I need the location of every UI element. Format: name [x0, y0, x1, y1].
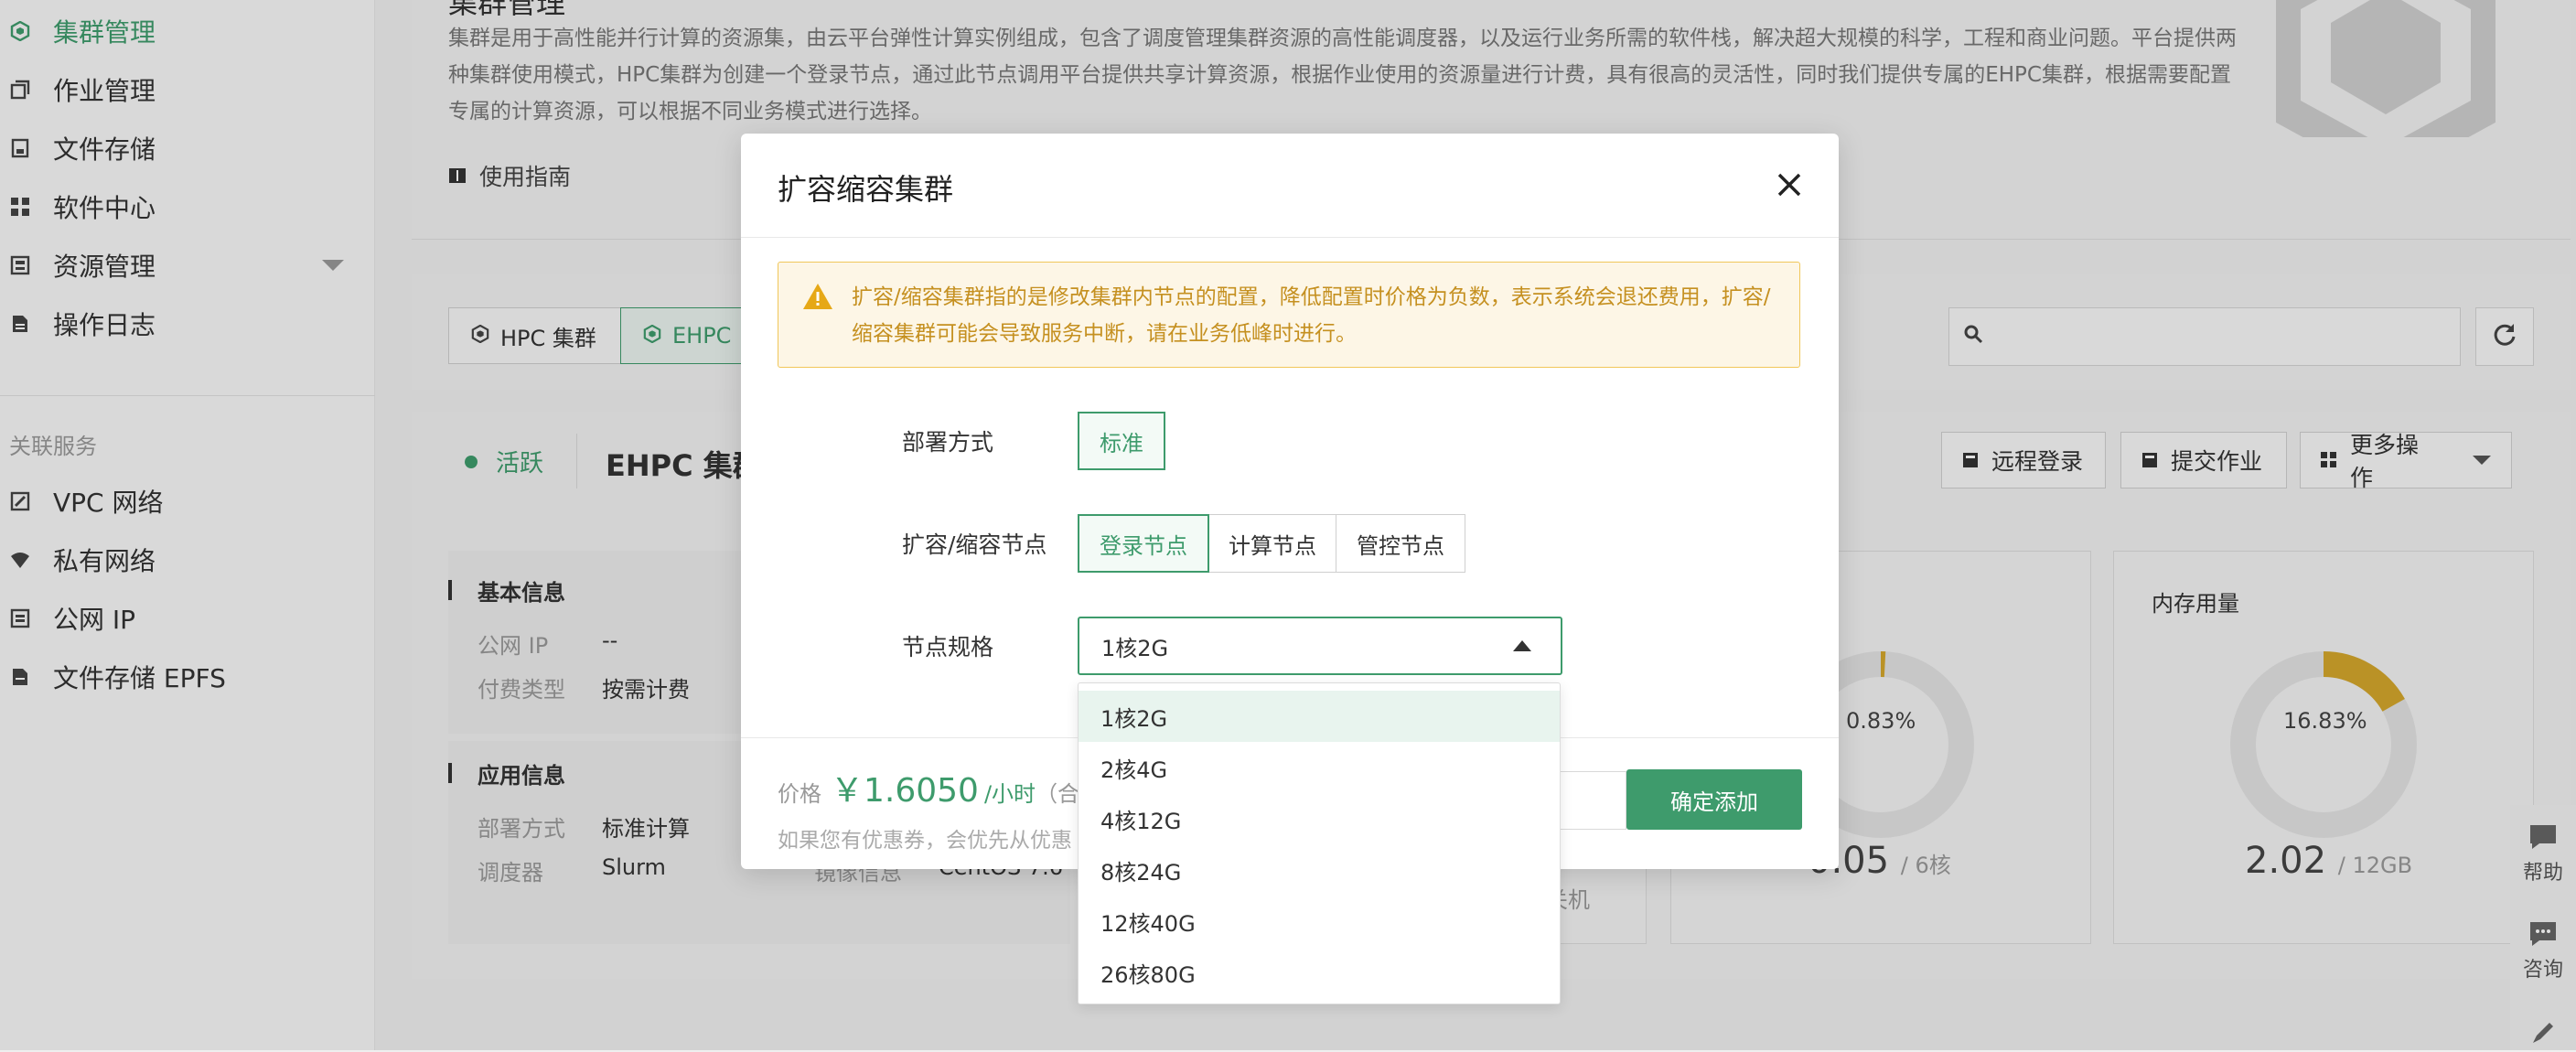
dialog-title: 扩容缩容集群 — [778, 172, 954, 207]
node-spec-select[interactable]: 1核2G — [1078, 617, 1562, 675]
node-option-login[interactable]: 登录节点 — [1078, 514, 1209, 573]
coupon-note: 如果您有优惠券，会优先从优惠 — [778, 829, 1072, 853]
price-value: ￥1.6050 — [831, 772, 979, 810]
price-unit: /小时 — [983, 781, 1036, 807]
dropdown-option[interactable]: 26核80G — [1079, 947, 1560, 998]
node-type-label: 扩容/缩容节点 — [902, 531, 1047, 558]
confirm-add-button[interactable]: 确定添加 — [1626, 769, 1802, 830]
deploy-option-standard[interactable]: 标准 — [1078, 412, 1165, 470]
dialog-header: 扩容缩容集群 — [741, 134, 1839, 238]
chevron-up-icon — [1513, 640, 1531, 651]
dropdown-option[interactable]: 2核4G — [1079, 742, 1560, 793]
node-option-control[interactable]: 管控节点 — [1336, 514, 1465, 573]
close-button[interactable] — [1769, 165, 1809, 205]
warning-text: 扩容/缩容集群指的是修改集群内节点的配置，降低配置时价格为负数，表示系统会退还费… — [852, 285, 1771, 346]
dropdown-option[interactable]: 4核12G — [1079, 793, 1560, 844]
price-line: 价格 ￥1.6050 /小时 （合￥ — [778, 764, 1101, 811]
price-label: 价格 — [778, 781, 821, 807]
node-option-compute[interactable]: 计算节点 — [1208, 514, 1337, 573]
deploy-mode-label: 部署方式 — [902, 429, 994, 456]
warning-icon — [802, 283, 833, 314]
warning-alert: 扩容/缩容集群指的是修改集群内节点的配置，降低配置时价格为负数，表示系统会退还费… — [778, 262, 1800, 368]
dropdown-option[interactable]: 1核2G — [1079, 691, 1560, 742]
node-spec-dropdown: 1核2G 2核4G 4核12G 8核24G 12核40G 26核80G — [1078, 682, 1561, 1004]
dropdown-option[interactable]: 8核24G — [1079, 844, 1560, 896]
node-spec-label: 节点规格 — [902, 634, 994, 660]
dropdown-option[interactable]: 12核40G — [1079, 896, 1560, 947]
close-icon — [1777, 173, 1801, 197]
node-spec-value: 1核2G — [1101, 635, 1169, 661]
